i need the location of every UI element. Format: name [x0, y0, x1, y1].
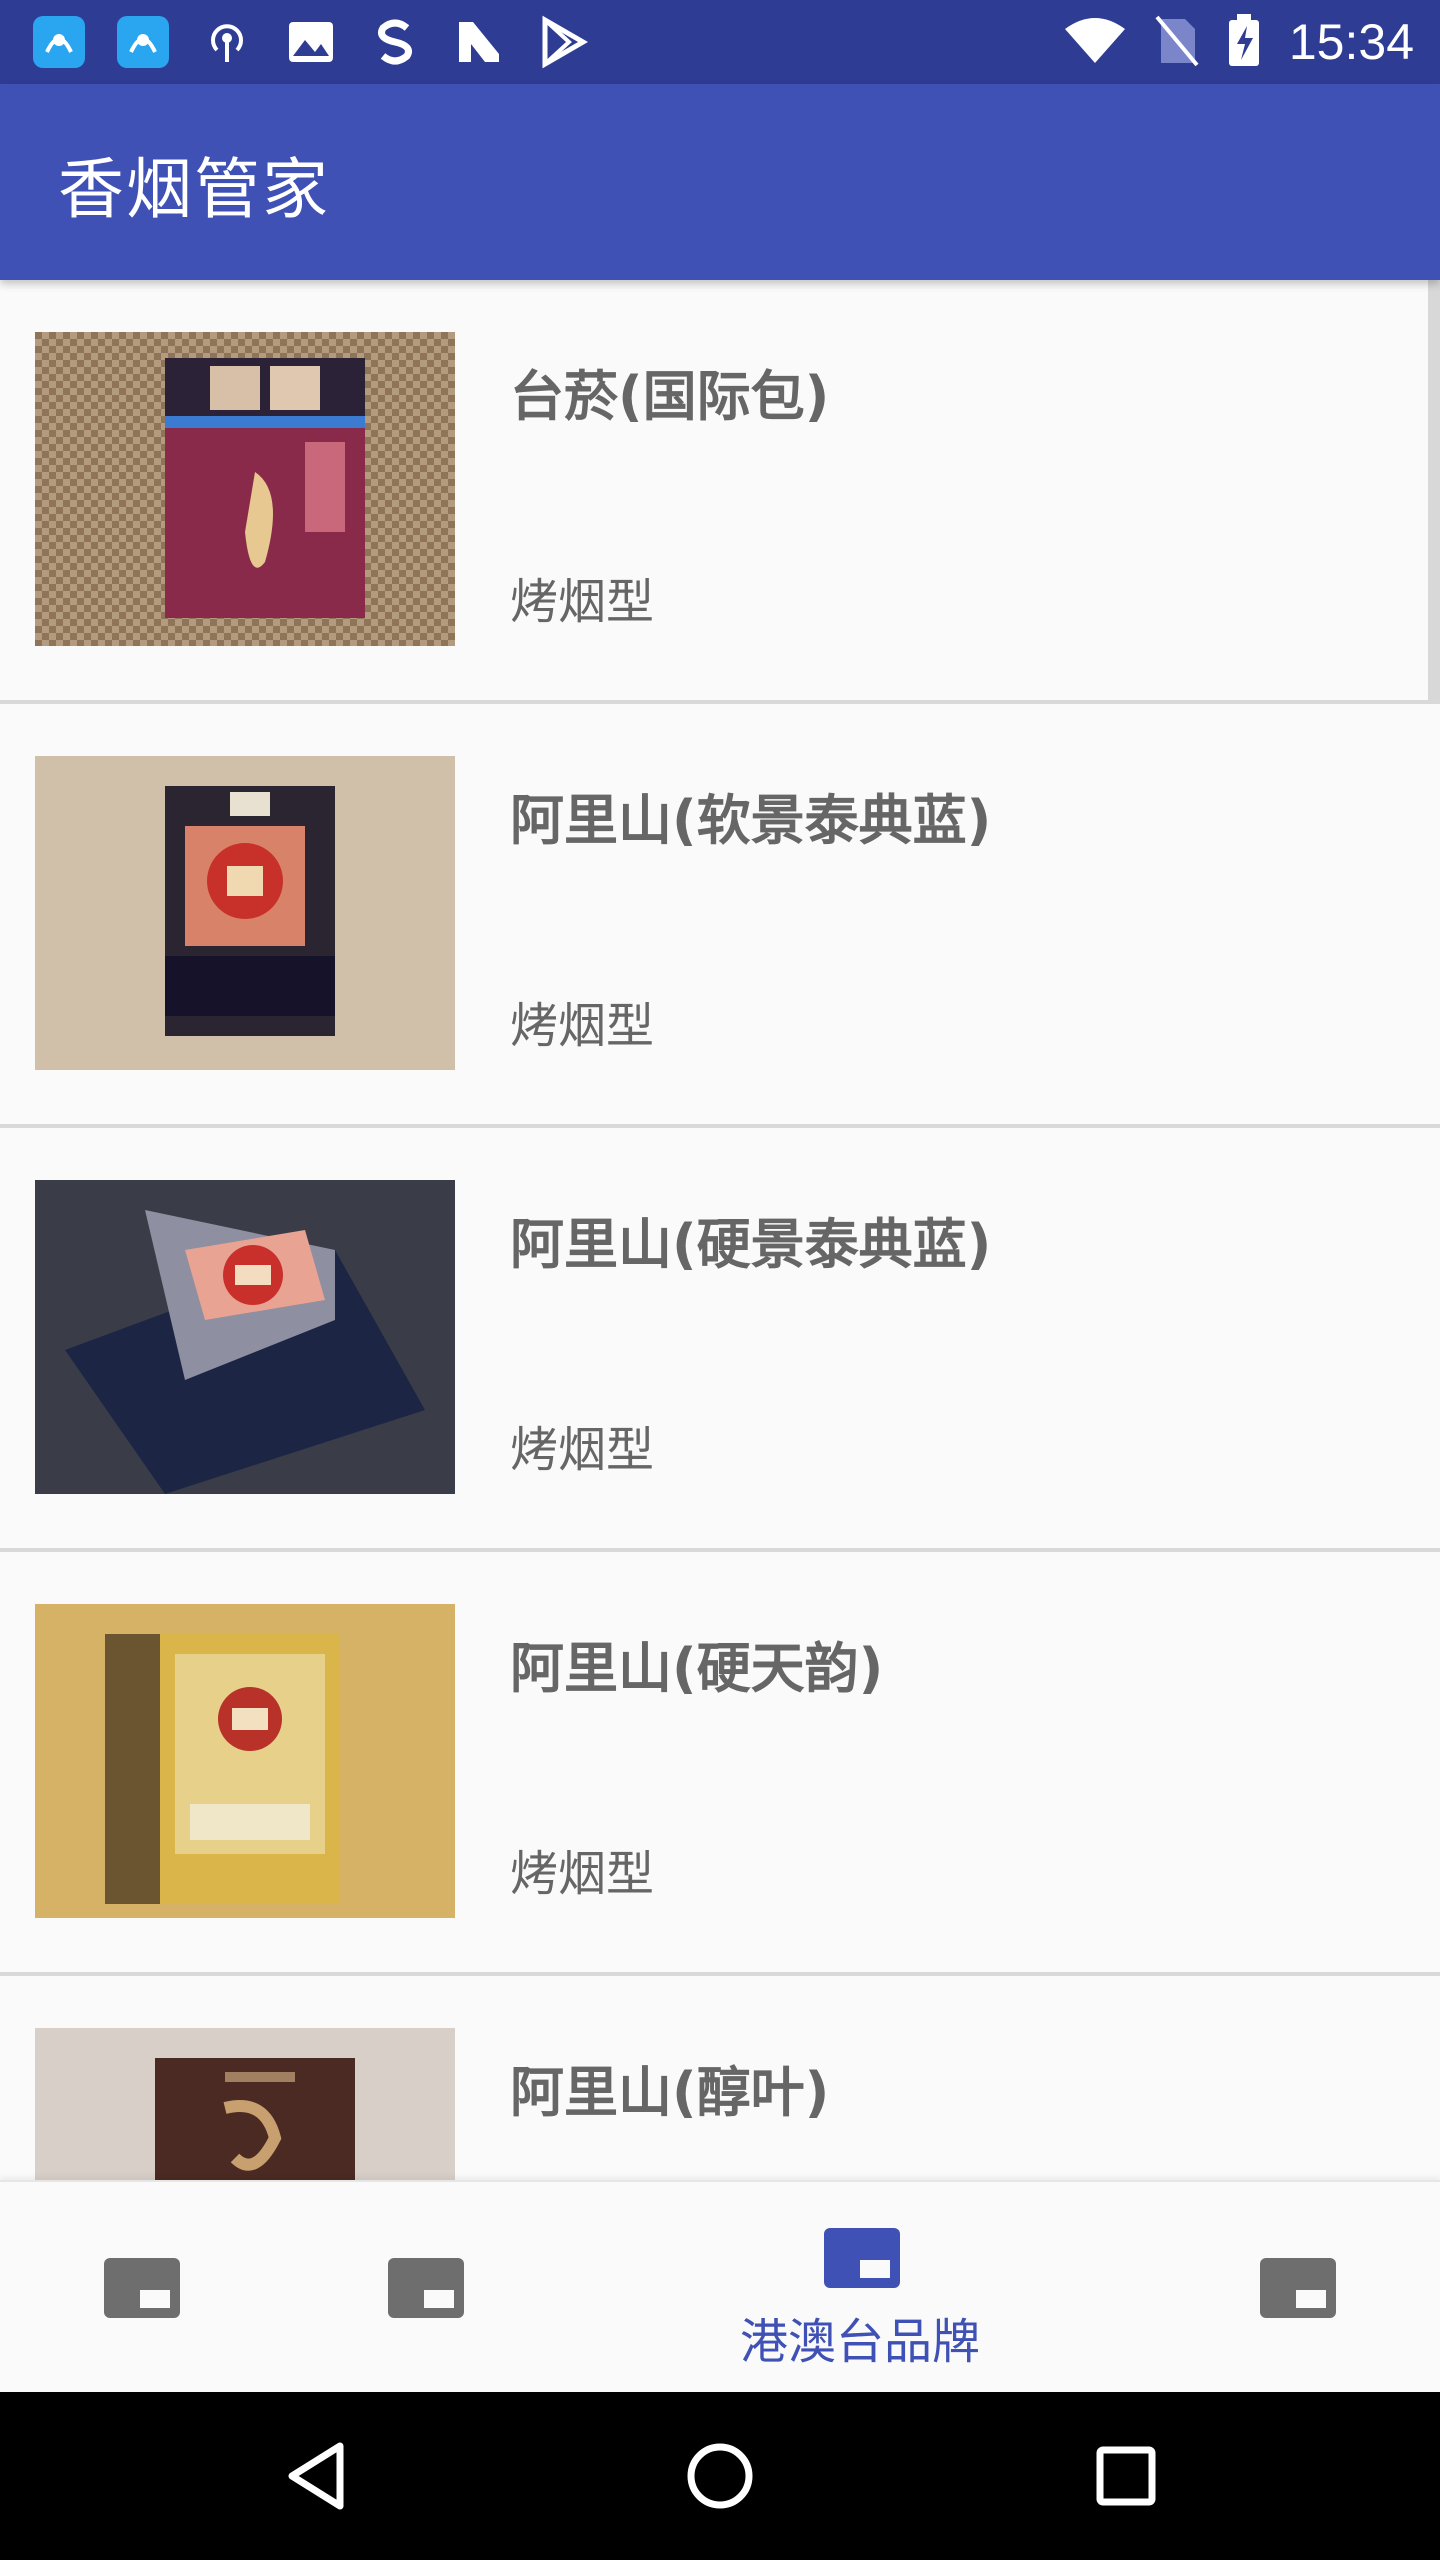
system-status-icons: 15:34 — [1063, 12, 1414, 72]
list-item[interactable]: 台菸(国际包) 烤烟型 — [0, 280, 1440, 704]
item-type: 烤烟型 — [510, 1846, 655, 1902]
wifi-icon — [1063, 15, 1127, 69]
product-image — [35, 1604, 455, 1918]
back-icon[interactable] — [286, 2442, 346, 2510]
tab-icon — [1260, 2258, 1336, 2318]
bottom-navigation: 港澳台品牌 — [0, 2180, 1440, 2394]
item-type: 烤烟型 — [510, 574, 655, 630]
list-item[interactable]: 阿里山(硬景泰典蓝) 烤烟型 — [0, 1128, 1440, 1552]
page-title: 香烟管家 — [58, 151, 330, 228]
list-item[interactable]: 阿里山(硬天韵) 烤烟型 — [0, 1552, 1440, 1976]
play-store-icon — [534, 13, 592, 71]
no-sim-icon — [1155, 13, 1199, 71]
image-icon — [282, 13, 340, 71]
item-type: 烤烟型 — [510, 998, 655, 1054]
wifi-tether-icon — [198, 13, 256, 71]
product-image — [35, 1180, 455, 1494]
item-title: 阿里山(硬天韵) — [510, 1637, 884, 1700]
home-icon[interactable] — [686, 2442, 754, 2510]
nav-tab-2[interactable] — [284, 2182, 568, 2394]
item-title: 阿里山(醇叶) — [510, 2061, 830, 2124]
cigarette-list[interactable]: 台菸(国际包) 烤烟型 阿里山(软景泰典蓝) 烤烟型 阿里山(硬景泰典蓝) 烤烟… — [0, 280, 1440, 2180]
list-item[interactable]: 阿里山(软景泰典蓝) 烤烟型 — [0, 704, 1440, 1128]
signal-icon — [30, 13, 88, 71]
system-navigation-bar — [0, 2392, 1440, 2560]
product-image — [35, 2028, 455, 2180]
app-bar: 香烟管家 — [0, 84, 1440, 280]
notification-icons — [30, 14, 592, 70]
nav-tab-4[interactable] — [1156, 2182, 1440, 2394]
battery-icon — [1227, 12, 1261, 72]
list-item[interactable]: 阿里山(醇叶) 烤烟型 — [0, 1976, 1440, 2180]
item-title: 台菸(国际包) — [510, 365, 830, 428]
recents-icon[interactable] — [1096, 2446, 1156, 2506]
n-icon — [450, 13, 508, 71]
product-image — [35, 332, 455, 646]
sogou-icon — [366, 13, 424, 71]
nav-tab-1[interactable] — [0, 2182, 284, 2394]
tab-icon — [104, 2258, 180, 2318]
tab-label: 港澳台品牌 — [740, 2314, 981, 2370]
item-title: 阿里山(硬景泰典蓝) — [510, 1213, 992, 1276]
signal-icon — [114, 13, 172, 71]
item-title: 阿里山(软景泰典蓝) — [510, 789, 992, 852]
status-bar: 15:34 — [0, 0, 1440, 84]
status-time: 15:34 — [1288, 14, 1414, 70]
nav-tab-hk-macau-taiwan[interactable]: 港澳台品牌 — [720, 2182, 1004, 2394]
tab-icon — [824, 2228, 900, 2288]
scrollbar[interactable] — [1428, 280, 1440, 700]
tab-icon — [388, 2258, 464, 2318]
item-type: 烤烟型 — [510, 1422, 655, 1478]
product-image — [35, 756, 455, 1070]
